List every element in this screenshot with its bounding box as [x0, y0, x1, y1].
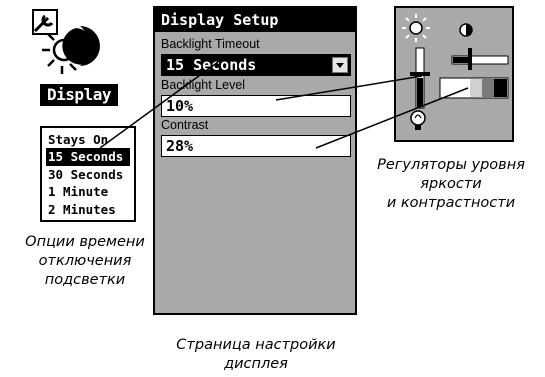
option-2-minutes[interactable]: 2 Minutes	[46, 201, 130, 218]
backlight-level-value: 10%	[166, 97, 194, 115]
backlight-timeout-options-list[interactable]: Stays On 15 Seconds 30 Seconds 1 Minute …	[40, 126, 136, 222]
contrast-gradient-bar	[439, 77, 509, 99]
sun-icon	[402, 14, 430, 42]
backlight-timeout-label: Backlight Timeout	[161, 37, 260, 51]
option-1-minute[interactable]: 1 Minute	[46, 183, 130, 200]
display-settings-icon	[32, 9, 100, 74]
backlight-level-slider[interactable]	[410, 47, 430, 109]
chevron-down-icon[interactable]	[332, 57, 348, 73]
contrast-slider-handle[interactable]	[468, 48, 472, 70]
controls-caption: Регуляторы уровня яркости и контрастност…	[377, 157, 525, 211]
display-label: Display	[40, 84, 118, 106]
contrast-value: 28%	[166, 137, 194, 155]
display-setup-screen: Display Setup Backlight Timeout 15 Secon…	[153, 6, 357, 315]
option-stays-on[interactable]: Stays On	[46, 131, 130, 148]
backlight-slider-handle[interactable]	[410, 72, 430, 76]
contrast-level-slider[interactable]	[451, 48, 509, 70]
display-app-icon: Display	[28, 8, 118, 106]
backlight-level-field[interactable]: 10%	[161, 95, 351, 117]
contrast-label: Contrast	[161, 118, 209, 132]
option-15-seconds[interactable]: 15 Seconds	[46, 148, 130, 166]
backlight-level-label: Backlight Level	[161, 78, 246, 92]
level-controls-panel	[394, 6, 514, 142]
page-caption: Страница настройки дисплея	[176, 337, 336, 372]
page-title: Display Setup	[155, 8, 355, 32]
backlight-timeout-value: 15 Seconds	[166, 56, 257, 74]
backlight-timeout-select[interactable]: 15 Seconds	[161, 54, 351, 76]
light-bulb-icon	[410, 110, 426, 130]
option-30-seconds[interactable]: 30 Seconds	[46, 166, 130, 183]
half-circle-contrast-icon	[459, 23, 473, 37]
contrast-field[interactable]: 28%	[161, 135, 351, 157]
options-caption: Опции времени отключения подсветки	[25, 234, 145, 288]
